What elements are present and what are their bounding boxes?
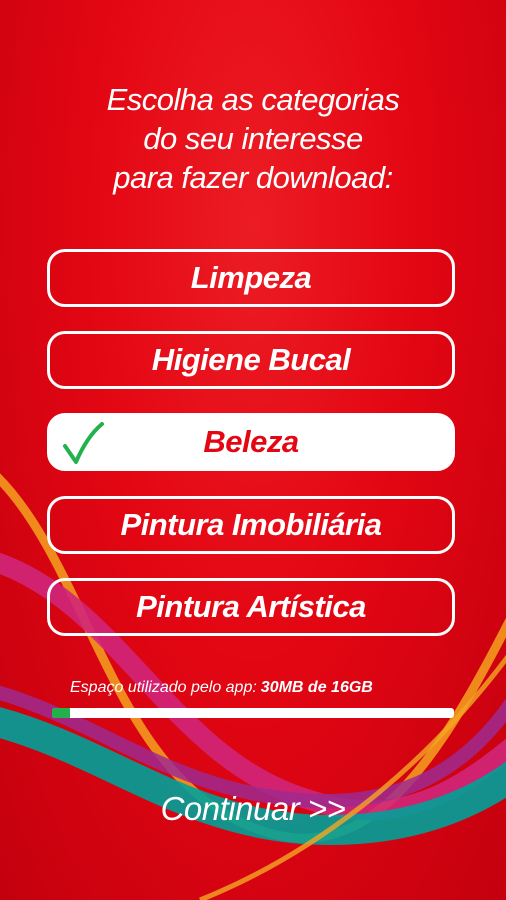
storage-value: 30MB de 16GB (260, 679, 373, 696)
storage-label-text: Espaço utilizado pelo app: (70, 679, 257, 696)
title-line-2: do seu interesse (143, 121, 363, 156)
category-button-higiene-bucal[interactable]: Higiene Bucal (47, 331, 455, 389)
category-button-pintura-artistica[interactable]: Pintura Artística (47, 578, 455, 636)
category-button-beleza[interactable]: Beleza (47, 413, 455, 471)
checkmark-icon (63, 422, 104, 464)
category-button-pintura-imobiliaria[interactable]: Pintura Imobiliária (47, 496, 455, 554)
storage-progress-bar (52, 708, 454, 718)
continue-button[interactable]: Continuar >> (0, 790, 506, 828)
category-label: Pintura Imobiliária (120, 507, 382, 542)
category-label: Limpeza (190, 260, 312, 295)
category-label: Higiene Bucal (151, 342, 351, 377)
category-label: Beleza (203, 424, 299, 459)
storage-progress-fill (52, 708, 71, 718)
storage-usage-label: Espaço utilizado pelo app: 30MB de 16GB (70, 679, 373, 697)
category-button-limpeza[interactable]: Limpeza (47, 249, 455, 307)
category-label: Pintura Artística (136, 589, 366, 624)
title-line-1: Escolha as categorias (106, 82, 400, 117)
title-line-3: para fazer download: (113, 160, 393, 195)
page-title: Escolha as categorias do seu interesse p… (0, 80, 506, 197)
